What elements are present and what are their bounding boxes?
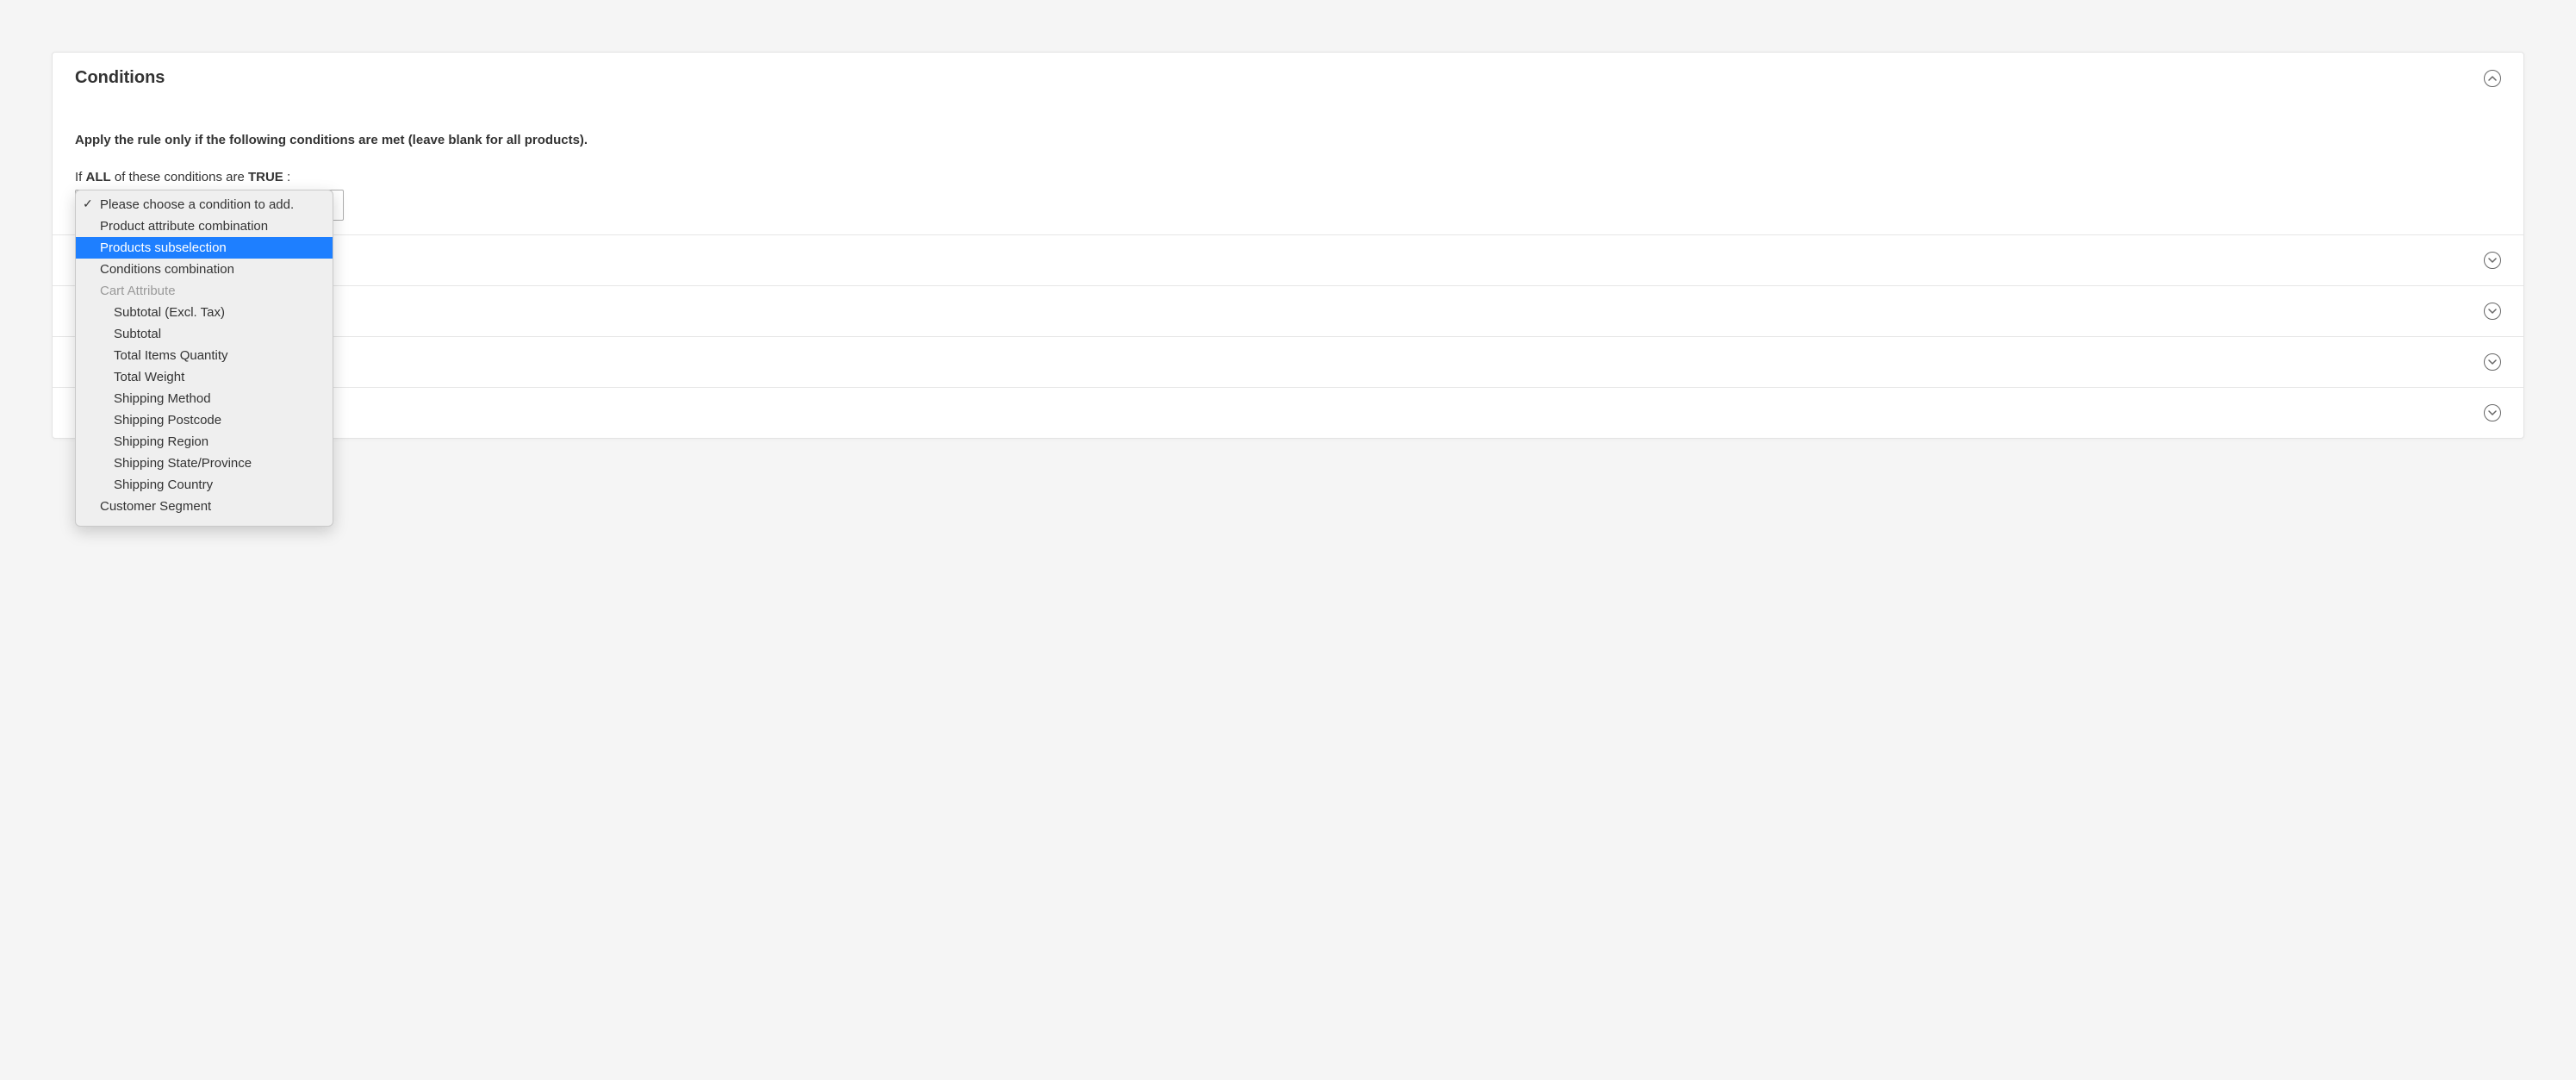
dropdown-option-total-items-quantity[interactable]: Total Items Quantity [76,345,333,366]
section-related-dynamic-blocks[interactable]: Related Dynamic Blocks [53,387,2523,438]
dropdown-option-total-weight[interactable]: Total Weight [76,366,333,388]
cond-suffix: : [283,170,290,184]
panel-body: Conditions Apply the rule only if the fo… [53,53,2523,184]
section-manage[interactable]: M [53,336,2523,387]
conditions-instruction: Apply the rule only if the following con… [75,133,2501,147]
dropdown-option-subtotal[interactable]: Subtotal [76,323,333,345]
expand-actions-button[interactable] [2484,252,2501,269]
chevron-up-icon [2488,76,2497,81]
conditions-panel: Conditions Apply the rule only if the fo… [52,52,2524,439]
chevron-down-icon [2488,258,2497,263]
cond-prefix: If [75,170,86,184]
aggregator-link[interactable]: ALL [86,170,111,184]
dropdown-option-shipping-method[interactable]: Shipping Method [76,388,333,409]
dropdown-option-conditions-combination[interactable]: Conditions combination [76,259,333,280]
dropdown-option-customer-segment[interactable]: Customer Segment [76,496,333,517]
expand-manage-button[interactable] [2484,353,2501,371]
chevron-down-icon [2488,410,2497,415]
condition-rule-line: If ALL of these conditions are TRUE : [75,170,2501,184]
dropdown-option-shipping-state-province[interactable]: Shipping State/Province [76,453,333,474]
condition-dropdown-list[interactable]: Please choose a condition to add. Produc… [75,190,333,527]
dropdown-option-subtotal-excl-tax[interactable]: Subtotal (Excl. Tax) [76,302,333,323]
collapsed-sections: A L M Related Dynamic Blocks [53,234,2523,438]
cond-mid: of these conditions are [111,170,248,184]
dropdown-option-shipping-postcode[interactable]: Shipping Postcode [76,409,333,431]
dropdown-option-shipping-region[interactable]: Shipping Region [76,431,333,453]
dropdown-option-products-subselection[interactable]: Products subselection [76,237,333,259]
panel-title-row: Conditions [75,68,2501,88]
dropdown-option-placeholder[interactable]: Please choose a condition to add. [76,194,333,215]
panel-title: Conditions [75,68,165,88]
section-actions[interactable]: A [53,234,2523,285]
dropdown-option-shipping-country[interactable]: Shipping Country [76,474,333,496]
chevron-down-icon [2488,309,2497,314]
value-link[interactable]: TRUE [248,170,283,184]
dropdown-option-product-attribute-combination[interactable]: Product attribute combination [76,215,333,237]
section-labels[interactable]: L [53,285,2523,336]
collapse-button[interactable] [2484,70,2501,87]
expand-related-dynamic-blocks-button[interactable] [2484,404,2501,421]
dropdown-optgroup-cart-attribute: Cart Attribute [76,280,333,302]
chevron-down-icon [2488,359,2497,365]
expand-labels-button[interactable] [2484,303,2501,320]
